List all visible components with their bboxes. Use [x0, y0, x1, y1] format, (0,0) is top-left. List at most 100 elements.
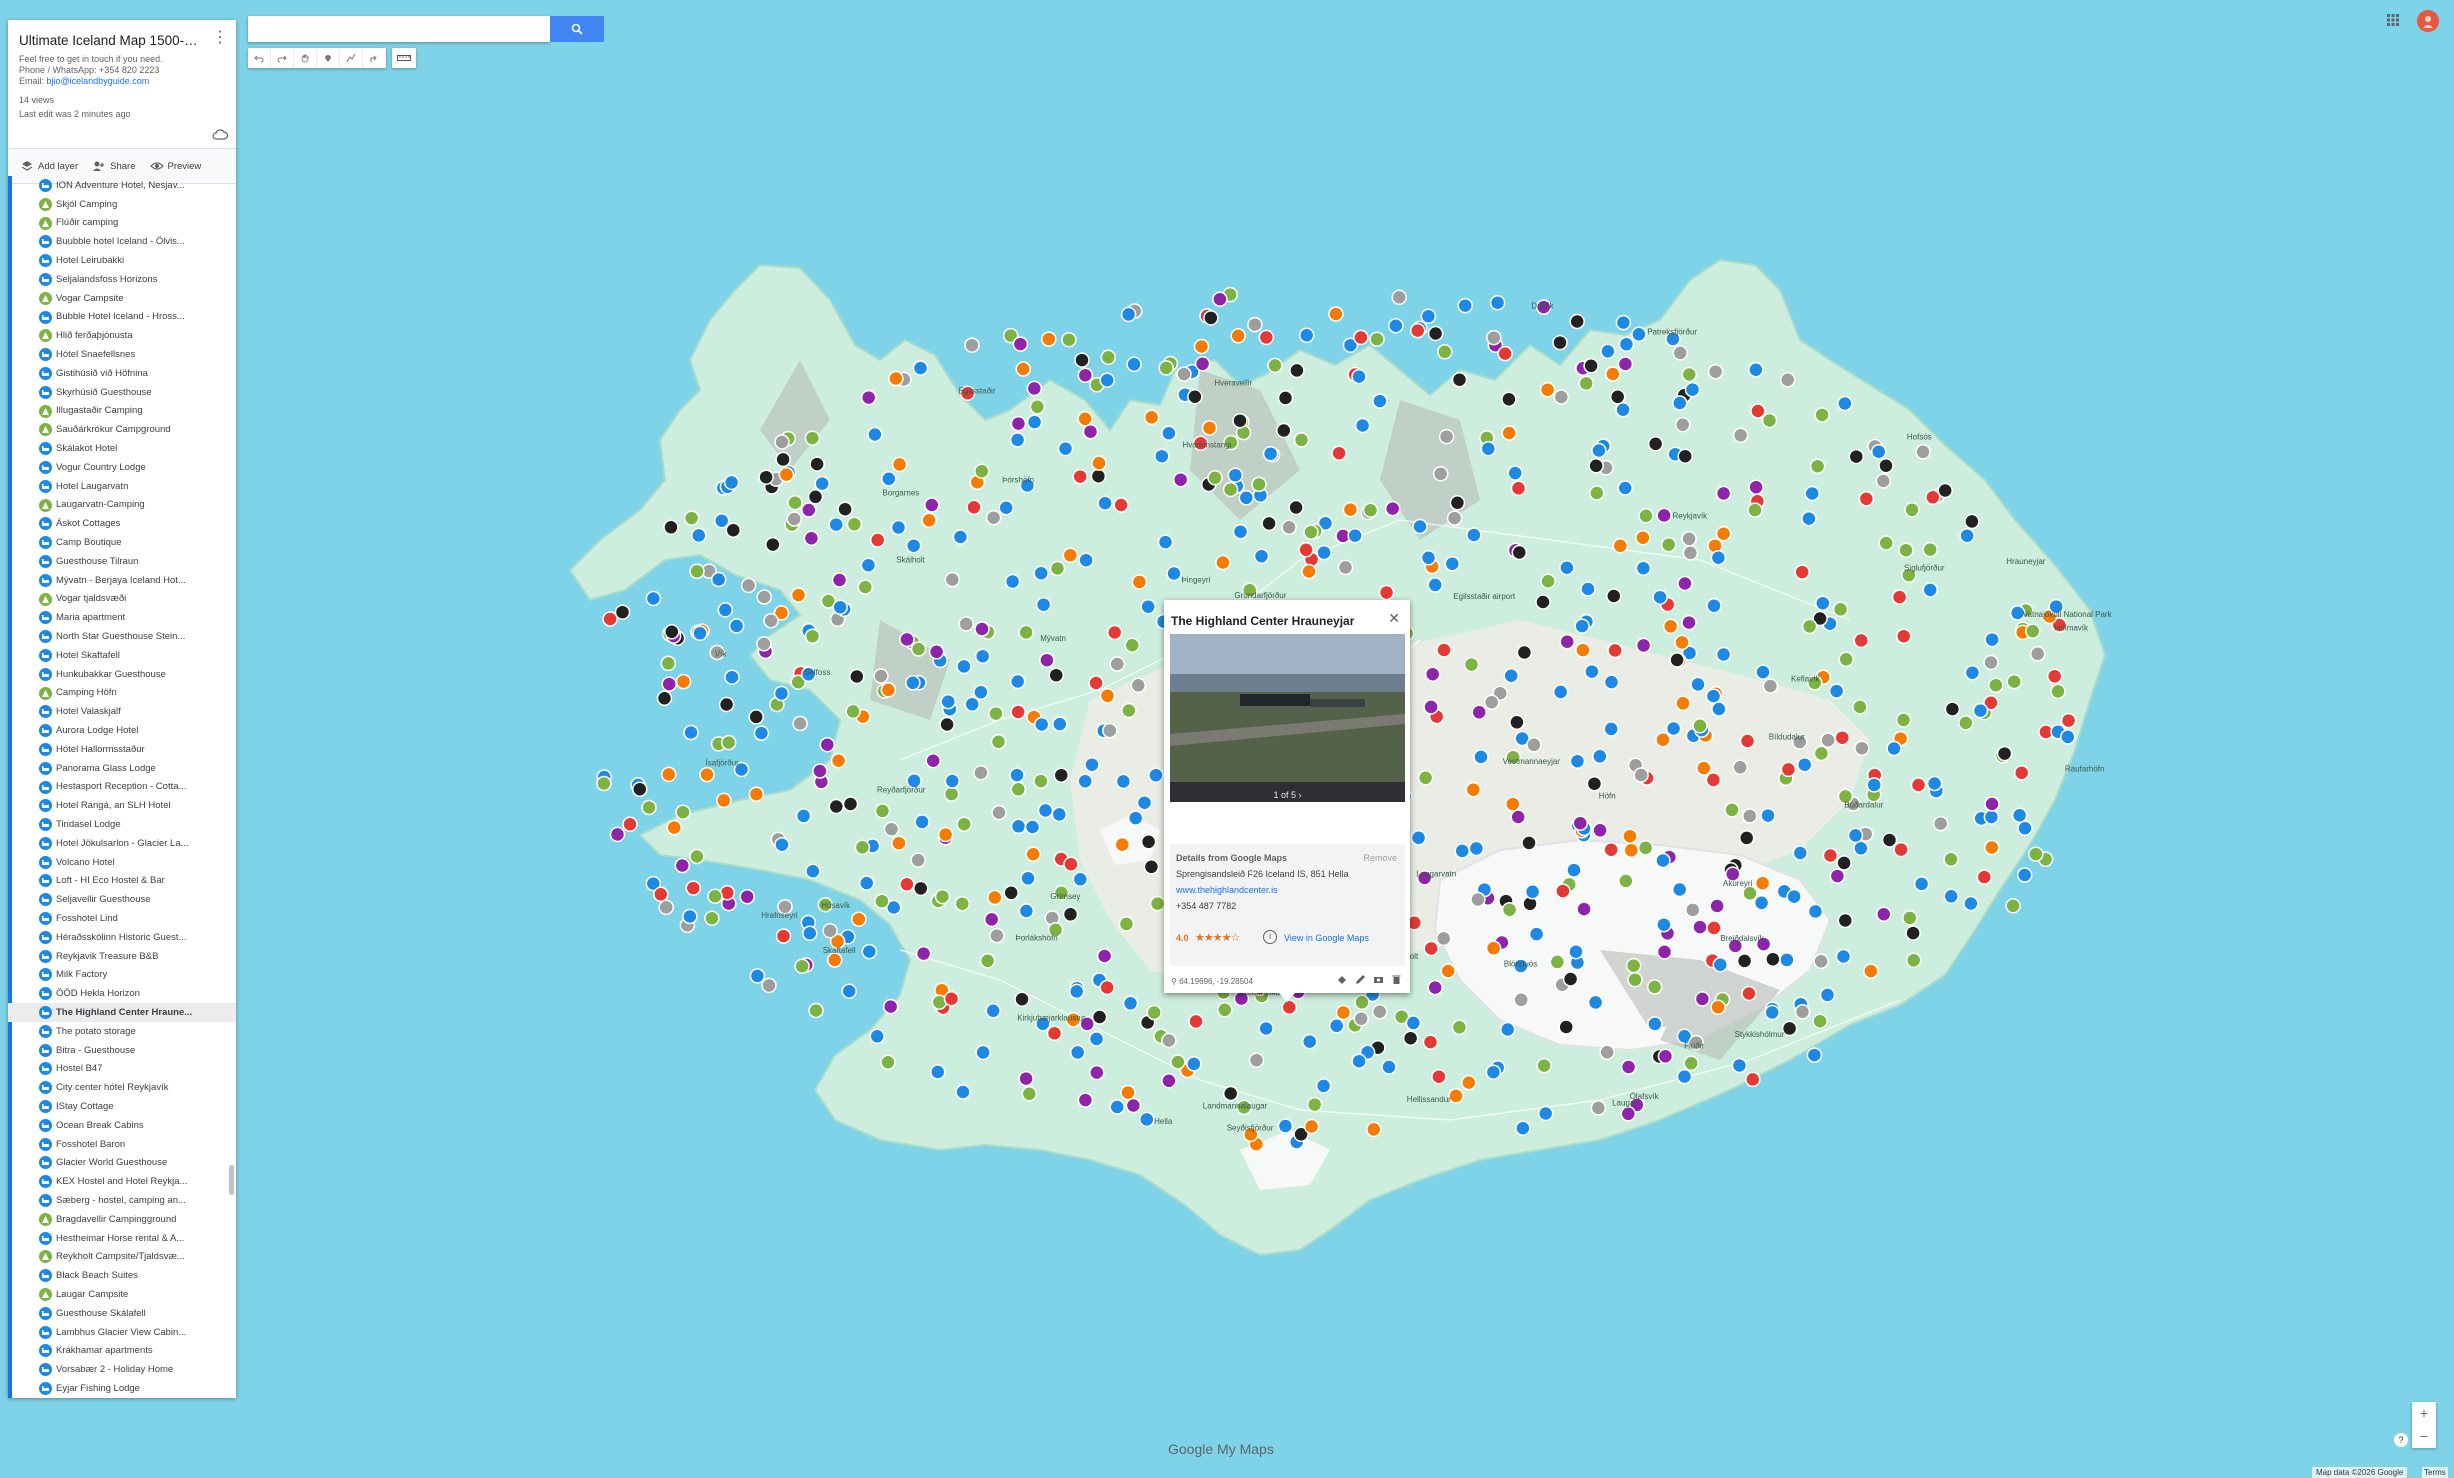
map-marker[interactable]	[803, 530, 820, 546]
map-marker[interactable]	[1958, 715, 1974, 731]
map-marker[interactable]	[1895, 712, 1912, 728]
map-marker[interactable]	[1814, 407, 1830, 423]
map-marker[interactable]	[1705, 688, 1722, 704]
map-marker[interactable]	[1609, 389, 1626, 405]
layer-items-list[interactable]: ION Adventure Hotel, Nesjav... Skjól Camp…	[8, 176, 236, 1398]
layer-item[interactable]: Vogar Campsite	[8, 289, 236, 308]
map-marker[interactable]	[1754, 875, 1771, 891]
measure-button[interactable]	[392, 48, 416, 68]
map-marker[interactable]	[1289, 362, 1305, 379]
map-marker[interactable]	[1388, 317, 1404, 334]
map-marker[interactable]	[1099, 688, 1116, 704]
map-marker[interactable]	[1715, 485, 1732, 502]
map-marker[interactable]	[1012, 336, 1029, 352]
map-marker[interactable]	[1125, 1097, 1142, 1114]
map-marker[interactable]	[1412, 518, 1428, 535]
map-marker[interactable]	[1188, 1013, 1204, 1030]
map-marker[interactable]	[940, 693, 956, 710]
map-marker[interactable]	[1351, 368, 1367, 385]
map-marker[interactable]	[1258, 1020, 1274, 1037]
layer-item[interactable]: Loft - HI Eco Hostel & Bar	[8, 871, 236, 890]
map-marker[interactable]	[1813, 953, 1829, 970]
map-marker[interactable]	[1463, 656, 1480, 673]
map-marker[interactable]	[1097, 495, 1113, 511]
map-marker[interactable]	[756, 636, 772, 652]
layer-item[interactable]: Hestasport Reception - Cotta...	[8, 778, 236, 797]
preview-button[interactable]: Preview	[149, 159, 201, 173]
map-marker[interactable]	[915, 945, 932, 962]
layer-item[interactable]: Panorama Glass Lodge	[8, 759, 236, 778]
map-marker[interactable]	[1082, 423, 1099, 440]
map-marker[interactable]	[1652, 589, 1668, 605]
map-marker[interactable]	[718, 696, 735, 713]
map-marker[interactable]	[1127, 810, 1144, 826]
map-marker[interactable]	[1731, 1057, 1748, 1074]
map-marker[interactable]	[1607, 642, 1623, 659]
map-marker[interactable]	[1838, 651, 1854, 668]
layer-item[interactable]: Ocean Break Cabins	[8, 1116, 236, 1135]
map-marker[interactable]	[1863, 963, 1879, 979]
map-marker[interactable]	[1102, 722, 1118, 739]
undo-button[interactable]	[248, 48, 271, 68]
map-marker[interactable]	[1681, 531, 1697, 547]
map-marker[interactable]	[1625, 957, 1642, 974]
map-marker[interactable]	[1010, 818, 1027, 835]
map-marker[interactable]	[1170, 1054, 1186, 1070]
map-marker[interactable]	[874, 893, 890, 909]
map-marker[interactable]	[748, 709, 764, 725]
layer-item[interactable]: Bitra - Guesthouse	[8, 1041, 236, 1060]
map-marker[interactable]	[1794, 564, 1810, 580]
map-marker[interactable]	[1618, 873, 1634, 889]
layer-item[interactable]: Hotel Skaftafell	[8, 646, 236, 665]
map-marker[interactable]	[1692, 718, 1708, 734]
map-marker[interactable]	[1638, 508, 1654, 524]
map-marker[interactable]	[1465, 781, 1482, 798]
map-marker[interactable]	[1959, 527, 1975, 544]
layer-item[interactable]: Skjól Camping	[8, 195, 236, 214]
map-marker[interactable]	[1753, 895, 1770, 911]
map-marker[interactable]	[778, 466, 795, 483]
map-marker[interactable]	[1710, 549, 1727, 566]
map-marker[interactable]	[1898, 542, 1914, 558]
panel-scrollbar[interactable]	[229, 1165, 234, 1195]
map-marker[interactable]	[1409, 322, 1426, 339]
map-marker[interactable]	[1618, 336, 1635, 353]
map-marker[interactable]	[1503, 667, 1519, 684]
map-title[interactable]: Ultimate Iceland Map 1500-2500 ...	[19, 33, 204, 48]
map-marker[interactable]	[1489, 294, 1506, 311]
map-marker[interactable]	[1077, 411, 1093, 427]
map-marker[interactable]	[1681, 366, 1698, 383]
map-marker[interactable]	[1402, 1030, 1419, 1046]
map-marker[interactable]	[775, 928, 792, 944]
map-marker[interactable]	[1298, 327, 1315, 344]
map-marker[interactable]	[675, 673, 692, 690]
layer-item[interactable]: Bubble Hotel Iceland - Hross...	[8, 308, 236, 327]
map-marker[interactable]	[1215, 554, 1231, 571]
map-marker[interactable]	[804, 628, 821, 644]
map-marker[interactable]	[858, 875, 875, 891]
map-marker[interactable]	[890, 519, 907, 536]
map-marker[interactable]	[1558, 1019, 1574, 1035]
map-marker[interactable]	[1063, 856, 1079, 872]
map-marker[interactable]	[1069, 1044, 1086, 1061]
map-marker[interactable]	[1457, 297, 1473, 314]
map-marker[interactable]	[1657, 1048, 1674, 1065]
layer-item[interactable]: North Star Guesthouse Stein...	[8, 627, 236, 646]
map-marker[interactable]	[851, 911, 867, 927]
map-marker[interactable]	[1535, 594, 1551, 610]
map-marker[interactable]	[632, 781, 648, 797]
map-marker[interactable]	[704, 910, 720, 926]
map-marker[interactable]	[1114, 836, 1131, 853]
map-marker[interactable]	[828, 798, 845, 815]
map-marker[interactable]	[964, 696, 980, 713]
map-marker[interactable]	[867, 426, 883, 443]
map-marker[interactable]	[1193, 338, 1210, 355]
map-marker[interactable]	[1963, 895, 1979, 912]
map-marker[interactable]	[1617, 356, 1634, 372]
layer-item[interactable]: Eyjar Fishing Lodge	[8, 1379, 236, 1398]
map-marker[interactable]	[1854, 740, 1870, 756]
map-marker[interactable]	[1603, 721, 1619, 737]
map-marker[interactable]	[1984, 796, 2000, 812]
map-marker[interactable]	[1288, 499, 1304, 516]
map-marker[interactable]	[1009, 767, 1025, 783]
